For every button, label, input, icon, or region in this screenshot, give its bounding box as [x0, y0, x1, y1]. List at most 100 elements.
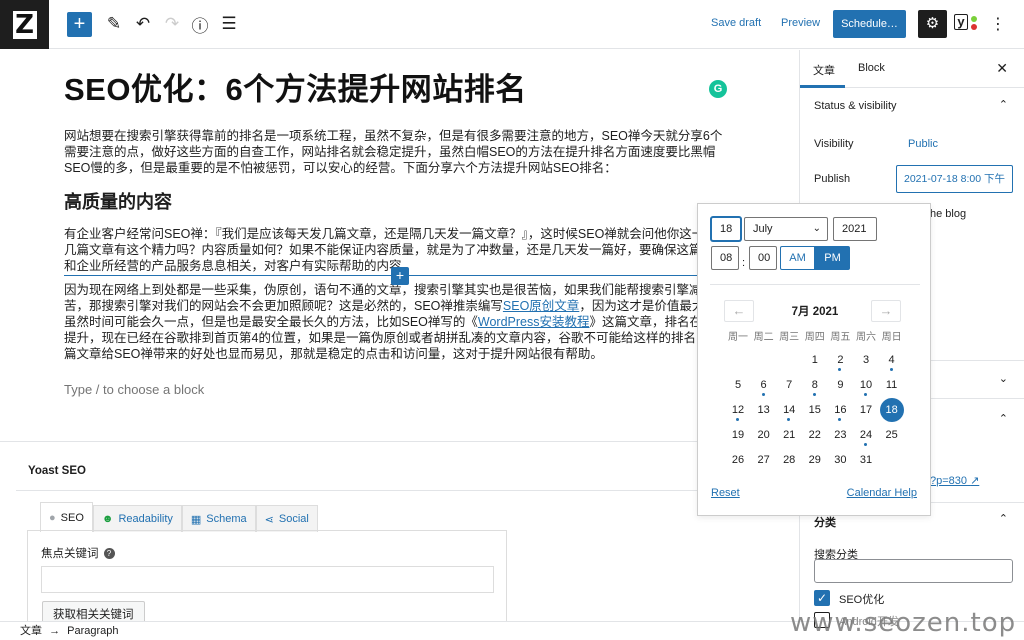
chevron-up-icon[interactable]: ⌃	[999, 412, 1008, 425]
visibility-toggle[interactable]: Public	[908, 138, 938, 150]
calendar-day-selected[interactable]: 18	[879, 398, 904, 422]
calendar-day[interactable]: 24	[853, 424, 879, 446]
settings-gear-icon[interactable]: ⚙	[918, 10, 947, 38]
redo-icon[interactable]: ↷	[160, 12, 184, 36]
details-info-icon[interactable]: ⓘ	[188, 12, 212, 36]
breadcrumb-post[interactable]: 文章	[20, 625, 42, 637]
readability-smiley-icon: ☻	[101, 513, 114, 525]
calendar-day[interactable]: 14	[776, 399, 802, 421]
close-sidebar-icon[interactable]: ✕	[996, 60, 1008, 77]
calendar-day[interactable]: 30	[827, 449, 853, 471]
minute-input[interactable]: 00	[749, 246, 777, 270]
heading-block[interactable]: 高质量的内容	[64, 188, 172, 214]
hour-input[interactable]: 08	[711, 246, 739, 270]
help-icon[interactable]: ?	[103, 548, 115, 559]
divider	[16, 490, 799, 491]
paragraph-block[interactable]: 因为现在网络上到处都是一些采集，伪原创，语句不通的文章，搜索引擎其实也是很苦恼，…	[64, 282, 730, 362]
calendar-day[interactable]: 22	[802, 424, 828, 446]
site-logo[interactable]: Z	[0, 0, 49, 49]
calendar-day[interactable]: 6	[751, 374, 777, 396]
link-seo-original[interactable]: SEO原创文章	[503, 299, 579, 313]
calendar-day[interactable]: 28	[776, 449, 802, 471]
post-scheduled-dot-icon	[736, 418, 739, 421]
tab-social[interactable]: ⋖ Social	[255, 505, 318, 532]
save-draft-button[interactable]: Save draft	[711, 17, 761, 29]
grammarly-icon[interactable]: G	[709, 80, 727, 98]
calendar-help-button[interactable]: Calendar Help	[847, 487, 917, 499]
calendar-day[interactable]: 8	[802, 374, 828, 396]
calendar-day[interactable]: 17	[853, 399, 879, 421]
permalink-text: ?p=830	[930, 475, 968, 487]
calendar-day[interactable]: 1	[802, 349, 828, 371]
tab-block[interactable]: Block	[858, 62, 885, 74]
chevron-up-icon[interactable]: ⌃	[999, 512, 1008, 525]
month-select[interactable]: July ⌄	[744, 217, 828, 241]
search-categories-input[interactable]	[814, 559, 1013, 583]
post-scheduled-dot-icon	[812, 393, 816, 396]
list-view-icon[interactable]: ☰	[217, 12, 241, 36]
paragraph-block[interactable]: 网站想要在搜索引擎获得靠前的排名是一项系统工程，虽然不复杂，但是有很多需要注意的…	[64, 128, 730, 176]
calendar-day[interactable]: 31	[853, 449, 879, 471]
calendar-day[interactable]: 3	[853, 349, 879, 371]
calendar-day[interactable]: 2	[827, 349, 853, 371]
yoast-toggle-button[interactable]: y	[954, 14, 978, 34]
tab-readability[interactable]: ☻ Readability	[92, 505, 182, 532]
chevron-down-icon[interactable]: ⌄	[999, 372, 1008, 385]
year-input[interactable]: 2021	[833, 217, 877, 241]
external-link-icon: ↗	[970, 475, 980, 487]
calendar-day[interactable]: 5	[725, 374, 751, 396]
tab-seo[interactable]: ● SEO	[40, 502, 93, 532]
weekday-label: 周四	[804, 332, 825, 343]
permalink-link[interactable]: ?p=830 ↗	[930, 474, 979, 487]
post-title[interactable]: SEO优化：6个方法提升网站排名	[64, 64, 527, 109]
preview-button[interactable]: Preview	[781, 17, 820, 29]
calendar-day[interactable]: 10	[853, 374, 879, 396]
next-month-button[interactable]: →	[871, 300, 901, 322]
calendar-day[interactable]: 27	[751, 449, 777, 471]
weekday-label: 周日	[881, 332, 902, 343]
calendar-day[interactable]: 13	[751, 399, 777, 421]
calendar-day[interactable]: 23	[827, 424, 853, 446]
add-block-button[interactable]: +	[67, 12, 92, 37]
inline-inserter-button[interactable]: +	[391, 267, 409, 285]
editor-canvas: SEO优化：6个方法提升网站排名 网站想要在搜索引擎获得靠前的排名是一项系统工程…	[0, 50, 799, 440]
calendar-day[interactable]: 16	[827, 399, 853, 421]
link-wordpress-install[interactable]: WordPress安装教程	[478, 315, 590, 329]
edit-tools-icon[interactable]: ✎	[102, 12, 126, 36]
calendar-day[interactable]: 15	[802, 399, 828, 421]
breadcrumb-paragraph[interactable]: Paragraph	[67, 625, 118, 637]
chevron-up-icon[interactable]: ⌃	[999, 98, 1008, 111]
block-appender-placeholder[interactable]: Type / to choose a block	[64, 382, 204, 397]
am-button[interactable]: AM	[780, 246, 815, 270]
editor-toolbar: Z + ✎ ↶ ↷ ⓘ ☰ Save draft Preview Schedul…	[0, 0, 1024, 49]
calendar-day[interactable]: 19	[725, 424, 751, 446]
calendar-day[interactable]: 26	[725, 449, 751, 471]
calendar-day[interactable]: 25	[879, 424, 905, 446]
day-input[interactable]: 18	[711, 217, 741, 241]
categories-panel-toggle[interactable]: 分类	[814, 514, 836, 530]
schedule-button[interactable]: Schedule…	[833, 10, 906, 38]
undo-icon[interactable]: ↶	[131, 12, 155, 36]
calendar-day[interactable]: 11	[879, 374, 905, 396]
reset-date-button[interactable]: Reset	[711, 487, 740, 499]
calendar-day[interactable]: 7	[776, 374, 802, 396]
status-visibility-panel-toggle[interactable]: Status & visibility	[814, 100, 897, 112]
post-scheduled-dot-icon	[889, 368, 893, 371]
category-checkbox-seo[interactable]: ✓	[814, 590, 830, 606]
yoast-readability-dot-icon	[971, 16, 977, 22]
focus-keyphrase-input[interactable]	[41, 566, 494, 593]
calendar-day[interactable]: 4	[879, 349, 905, 371]
tab-schema[interactable]: ▦ Schema	[181, 505, 256, 532]
pm-button[interactable]: PM	[815, 246, 850, 270]
calendar-day[interactable]: 9	[827, 374, 853, 396]
tab-post[interactable]: 文章	[813, 62, 835, 78]
yoast-metabox-title[interactable]: Yoast SEO	[28, 465, 86, 477]
calendar-day[interactable]: 29	[802, 449, 828, 471]
calendar-day[interactable]: 21	[776, 424, 802, 446]
publish-date-toggle[interactable]: 2021-07-18 8:00 下午	[896, 165, 1013, 193]
calendar-day[interactable]: 20	[751, 424, 777, 446]
yoast-icon: y	[954, 14, 968, 30]
calendar-day[interactable]: 12	[725, 399, 751, 421]
weekday-label: 周二	[753, 332, 774, 343]
more-options-icon[interactable]: ⋮	[990, 14, 1006, 34]
